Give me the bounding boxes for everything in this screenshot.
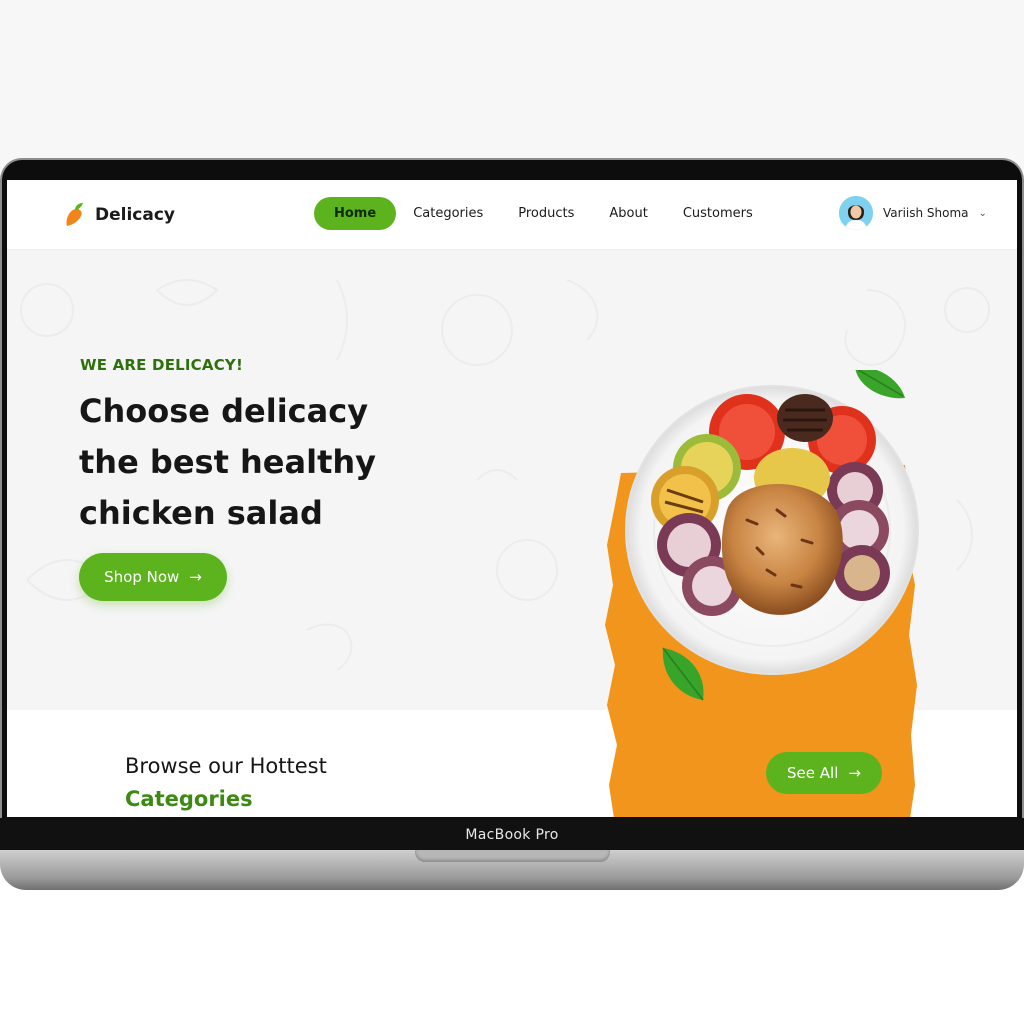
mockup-stage: Delicacy Home Categories Products About …	[0, 0, 1024, 1024]
shop-now-button[interactable]: Shop Now →	[79, 553, 227, 601]
headline-line: the best healthy	[79, 443, 376, 481]
see-all-label: See All	[787, 764, 839, 782]
headline-line: Choose delicacy	[79, 392, 369, 430]
backdrop	[0, 0, 1024, 170]
hero-eyebrow: WE ARE DELICACY!	[80, 356, 244, 374]
arrow-right-icon: →	[189, 568, 202, 586]
laptop-notch	[415, 850, 610, 862]
user-menu[interactable]: Variish Shoma ⌄	[839, 196, 987, 230]
browse-title: Browse our Hottest	[125, 754, 327, 778]
nav-about[interactable]: About	[592, 197, 664, 230]
brand-logo[interactable]: Delicacy	[63, 202, 175, 228]
browse-subtitle: Categories	[125, 787, 253, 811]
nav-products[interactable]: Products	[501, 197, 591, 230]
avatar	[839, 196, 873, 230]
device-label: MacBook Pro	[465, 827, 559, 843]
headline-line: chicken salad	[79, 494, 323, 532]
nav-home[interactable]: Home	[314, 197, 397, 230]
arrow-right-icon: →	[848, 764, 861, 782]
nav-categories[interactable]: Categories	[396, 197, 500, 230]
hero-headline: Choose delicacy the best healthy chicken…	[79, 386, 419, 539]
navbar: Delicacy Home Categories Products About …	[7, 180, 1017, 250]
laptop-screen: Delicacy Home Categories Products About …	[7, 180, 1017, 817]
user-name: Variish Shoma	[883, 206, 969, 220]
brand-name: Delicacy	[95, 205, 176, 225]
see-all-button-overlay[interactable]: See All →	[766, 752, 882, 794]
basil-leaf-icon	[662, 647, 704, 701]
main-menu: Home Categories Products About Customers	[314, 197, 771, 230]
carrot-icon	[66, 203, 83, 226]
nav-customers[interactable]: Customers	[666, 197, 770, 230]
chicken-salad-plate-image	[625, 370, 919, 675]
chevron-down-icon[interactable]: ⌄	[979, 208, 987, 219]
shop-now-label: Shop Now	[104, 568, 180, 586]
laptop-bottom-bar: MacBook Pro	[0, 818, 1024, 852]
